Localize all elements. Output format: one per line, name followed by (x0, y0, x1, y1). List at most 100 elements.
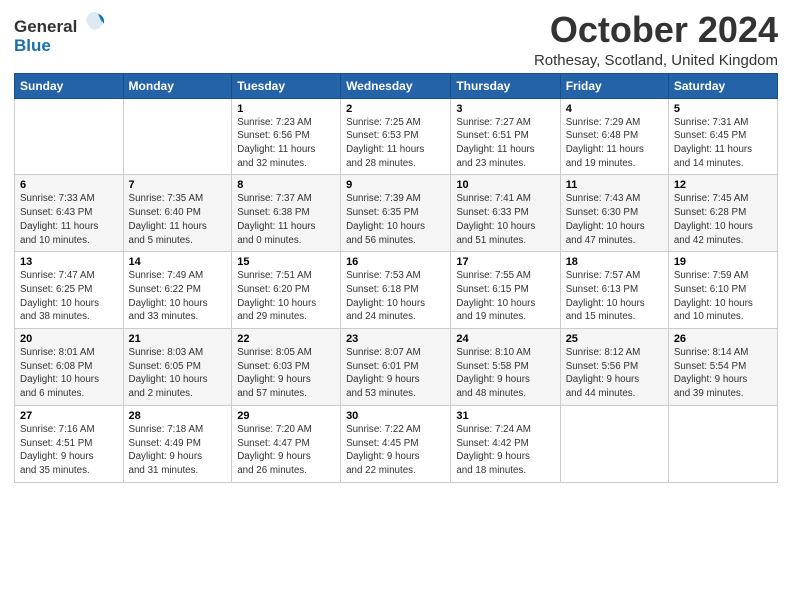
title-block: October 2024 Rothesay, Scotland, United … (534, 10, 778, 69)
day-number: 17 (456, 256, 554, 268)
day-detail: Sunrise: 7:43 AM Sunset: 6:30 PM Dayligh… (566, 193, 645, 245)
day-cell: 1 Sunrise: 7:23 AM Sunset: 6:56 PM Daylig… (232, 98, 341, 175)
day-number: 14 (129, 256, 227, 268)
day-cell: 7Sunrise: 7:35 AM Sunset: 6:40 PM Daylig… (123, 175, 232, 252)
day-detail: Sunrise: 7:20 AM Sunset: 4:47 PM Dayligh… (237, 424, 312, 476)
day-cell: 18 Sunrise: 7:57 AM Sunset: 6:13 PM Dayli… (560, 252, 668, 329)
day-cell: 30 Sunrise: 7:22 AM Sunset: 4:45 PM Dayli… (341, 405, 451, 482)
day-number: 20 (20, 333, 118, 345)
header: General Blue October 2024 Rothesay, Scot… (14, 10, 778, 69)
day-cell (123, 98, 232, 175)
header-row: SundayMondayTuesdayWednesdayThursdayFrid… (15, 73, 778, 98)
day-cell: 2 Sunrise: 7:25 AM Sunset: 6:53 PM Daylig… (341, 98, 451, 175)
day-number: 18 (566, 256, 663, 268)
day-number: 21 (129, 333, 227, 345)
day-number: 4 (566, 103, 663, 115)
day-detail: Sunrise: 8:14 AM Sunset: 5:54 PM Dayligh… (674, 347, 749, 399)
day-number: 11 (566, 179, 663, 191)
day-cell: 26 Sunrise: 8:14 AM Sunset: 5:54 PM Dayli… (668, 329, 777, 406)
logo-general: General (14, 17, 77, 36)
logo-blue: Blue (14, 36, 51, 55)
day-number: 30 (346, 410, 445, 422)
week-row-2: 6 Sunrise: 7:33 AM Sunset: 6:43 PM Daylig… (15, 175, 778, 252)
day-number: 27 (20, 410, 118, 422)
day-cell: 4 Sunrise: 7:29 AM Sunset: 6:48 PM Daylig… (560, 98, 668, 175)
day-cell: 21 Sunrise: 8:03 AM Sunset: 6:05 PM Dayli… (123, 329, 232, 406)
day-cell (560, 405, 668, 482)
day-number: 26 (674, 333, 772, 345)
col-header-saturday: Saturday (668, 73, 777, 98)
day-number: 15 (237, 256, 335, 268)
day-cell: 27 Sunrise: 7:16 AM Sunset: 4:51 PM Dayli… (15, 405, 124, 482)
day-number: 9 (346, 179, 445, 191)
day-number: 29 (237, 410, 335, 422)
day-cell: 11 Sunrise: 7:43 AM Sunset: 6:30 PM Dayli… (560, 175, 668, 252)
day-cell: 31Sunrise: 7:24 AM Sunset: 4:42 PM Dayli… (451, 405, 560, 482)
day-cell: 25Sunrise: 8:12 AM Sunset: 5:56 PM Dayli… (560, 329, 668, 406)
day-number: 13 (20, 256, 118, 268)
day-cell: 8Sunrise: 7:37 AM Sunset: 6:38 PM Daylig… (232, 175, 341, 252)
day-number: 28 (129, 410, 227, 422)
week-row-4: 20 Sunrise: 8:01 AM Sunset: 6:08 PM Dayli… (15, 329, 778, 406)
page: General Blue October 2024 Rothesay, Scot… (0, 0, 792, 493)
day-number: 12 (674, 179, 772, 191)
day-number: 2 (346, 103, 445, 115)
day-detail: Sunrise: 7:16 AM Sunset: 4:51 PM Dayligh… (20, 424, 95, 476)
day-detail: Sunrise: 7:25 AM Sunset: 6:53 PM Dayligh… (346, 117, 424, 169)
day-detail: Sunrise: 7:57 AM Sunset: 6:13 PM Dayligh… (566, 270, 645, 322)
day-cell: 6 Sunrise: 7:33 AM Sunset: 6:43 PM Daylig… (15, 175, 124, 252)
day-cell: 3Sunrise: 7:27 AM Sunset: 6:51 PM Daylig… (451, 98, 560, 175)
day-detail: Sunrise: 7:31 AM Sunset: 6:45 PM Dayligh… (674, 117, 752, 169)
subtitle: Rothesay, Scotland, United Kingdom (534, 52, 778, 69)
day-cell: 28 Sunrise: 7:18 AM Sunset: 4:49 PM Dayli… (123, 405, 232, 482)
day-cell: 29 Sunrise: 7:20 AM Sunset: 4:47 PM Dayli… (232, 405, 341, 482)
logo-icon (84, 10, 106, 32)
day-cell: 16 Sunrise: 7:53 AM Sunset: 6:18 PM Dayli… (341, 252, 451, 329)
col-header-wednesday: Wednesday (341, 73, 451, 98)
day-number: 1 (237, 103, 335, 115)
day-number: 5 (674, 103, 772, 115)
day-number: 25 (566, 333, 663, 345)
col-header-friday: Friday (560, 73, 668, 98)
day-detail: Sunrise: 7:33 AM Sunset: 6:43 PM Dayligh… (20, 193, 98, 245)
day-number: 16 (346, 256, 445, 268)
day-detail: Sunrise: 8:07 AM Sunset: 6:01 PM Dayligh… (346, 347, 421, 399)
day-detail: Sunrise: 8:03 AM Sunset: 6:05 PM Dayligh… (129, 347, 208, 399)
day-number: 6 (20, 179, 118, 191)
day-number: 7 (129, 179, 227, 191)
day-number: 19 (674, 256, 772, 268)
day-detail: Sunrise: 7:41 AM Sunset: 6:33 PM Dayligh… (456, 193, 535, 245)
day-detail: Sunrise: 7:55 AM Sunset: 6:15 PM Dayligh… (456, 270, 535, 322)
day-cell (668, 405, 777, 482)
day-detail: Sunrise: 7:29 AM Sunset: 6:48 PM Dayligh… (566, 117, 644, 169)
day-detail: Sunrise: 8:05 AM Sunset: 6:03 PM Dayligh… (237, 347, 312, 399)
day-cell: 13 Sunrise: 7:47 AM Sunset: 6:25 PM Dayli… (15, 252, 124, 329)
month-title: October 2024 (534, 10, 778, 50)
day-detail: Sunrise: 7:47 AM Sunset: 6:25 PM Dayligh… (20, 270, 99, 322)
day-cell: 24Sunrise: 8:10 AM Sunset: 5:58 PM Dayli… (451, 329, 560, 406)
day-detail: Sunrise: 8:01 AM Sunset: 6:08 PM Dayligh… (20, 347, 99, 399)
day-detail: Sunrise: 7:22 AM Sunset: 4:45 PM Dayligh… (346, 424, 421, 476)
day-number: 8 (237, 179, 335, 191)
day-cell: 19Sunrise: 7:59 AM Sunset: 6:10 PM Dayli… (668, 252, 777, 329)
day-detail: Sunrise: 7:23 AM Sunset: 6:56 PM Dayligh… (237, 117, 315, 169)
day-detail: Sunrise: 7:24 AM Sunset: 4:42 PM Dayligh… (456, 424, 531, 476)
logo: General Blue (14, 14, 106, 56)
day-cell: 5 Sunrise: 7:31 AM Sunset: 6:45 PM Daylig… (668, 98, 777, 175)
day-cell: 20 Sunrise: 8:01 AM Sunset: 6:08 PM Dayli… (15, 329, 124, 406)
col-header-sunday: Sunday (15, 73, 124, 98)
day-cell: 23Sunrise: 8:07 AM Sunset: 6:01 PM Dayli… (341, 329, 451, 406)
day-detail: Sunrise: 8:10 AM Sunset: 5:58 PM Dayligh… (456, 347, 531, 399)
day-detail: Sunrise: 7:27 AM Sunset: 6:51 PM Dayligh… (456, 117, 534, 169)
col-header-tuesday: Tuesday (232, 73, 341, 98)
day-detail: Sunrise: 7:51 AM Sunset: 6:20 PM Dayligh… (237, 270, 316, 322)
day-cell: 9Sunrise: 7:39 AM Sunset: 6:35 PM Daylig… (341, 175, 451, 252)
day-cell: 22 Sunrise: 8:05 AM Sunset: 6:03 PM Dayli… (232, 329, 341, 406)
day-detail: Sunrise: 7:53 AM Sunset: 6:18 PM Dayligh… (346, 270, 425, 322)
col-header-monday: Monday (123, 73, 232, 98)
day-cell: 10Sunrise: 7:41 AM Sunset: 6:33 PM Dayli… (451, 175, 560, 252)
day-detail: Sunrise: 7:49 AM Sunset: 6:22 PM Dayligh… (129, 270, 208, 322)
day-cell: 17 Sunrise: 7:55 AM Sunset: 6:15 PM Dayli… (451, 252, 560, 329)
day-number: 22 (237, 333, 335, 345)
day-detail: Sunrise: 7:18 AM Sunset: 4:49 PM Dayligh… (129, 424, 204, 476)
